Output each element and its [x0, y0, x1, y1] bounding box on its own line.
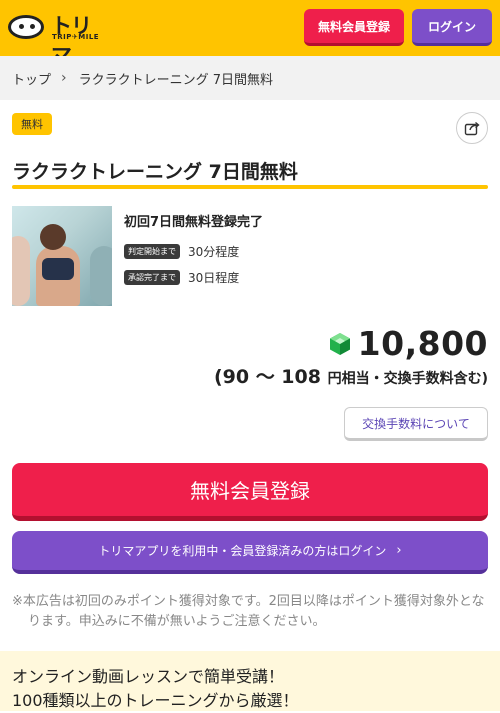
- free-badge: 無料: [12, 113, 52, 135]
- app-login-label: トリマアプリを利用中・会員登録済みの方はログイン: [98, 544, 387, 558]
- yen-equivalent: (90 〜 108 円相当・交換手数料含む): [214, 362, 488, 389]
- app-login-button[interactable]: トリマアプリを利用中・会員登録済みの方はログイン ›: [12, 531, 488, 574]
- approve-tag: 承認完了まで: [124, 270, 180, 285]
- trima-logo[interactable]: トリマ TRIP✈MILE: [8, 12, 103, 68]
- judge-value: 30分程度: [188, 245, 240, 259]
- points-display: 10,800: [328, 324, 488, 363]
- points-value: 10,800: [357, 324, 488, 363]
- offer-description: オンライン動画レッスンで簡単受講！ 100種類以上のトレーニングから厳選！: [0, 651, 500, 711]
- offer-title: ラクラクトレーニング 7日間無料: [12, 161, 298, 183]
- judge-tag: 判定開始まで: [124, 244, 180, 259]
- logo-face-icon: [8, 15, 44, 39]
- header-register-button[interactable]: 無料会員登録: [304, 9, 404, 46]
- share-icon: [464, 121, 480, 136]
- breadcrumb-home-link[interactable]: トップ: [12, 69, 51, 88]
- description-line-2: 100種類以上のトレーニングから厳選！: [12, 691, 299, 710]
- yen-suffix: 円相当・交換手数料含む): [327, 371, 488, 387]
- gem-icon: [329, 332, 350, 355]
- description-line-1: オンライン動画レッスンで簡単受講！: [12, 667, 285, 686]
- chevron-right-icon: ›: [61, 70, 67, 86]
- judge-time-row: 判定開始まで 30分程度: [124, 243, 239, 260]
- approve-value: 30日程度: [188, 271, 240, 285]
- notice-text: ※本広告は初回のみポイント獲得対象です。2回目以降はポイント獲得対象外となります…: [12, 594, 485, 629]
- site-header: トリマ TRIP✈MILE 無料会員登録 ログイン: [0, 0, 500, 68]
- offer-condition: 初回7日間無料登録完了: [124, 215, 264, 230]
- register-cta-button[interactable]: 無料会員登録: [12, 463, 488, 521]
- fee-info-button[interactable]: 交換手数料について: [344, 407, 488, 441]
- title-underline: [12, 185, 488, 189]
- chevron-right-icon: ›: [396, 543, 402, 558]
- offer-thumbnail: [12, 206, 112, 306]
- breadcrumb: トップ › ラクラクトレーニング 7日間無料: [0, 56, 500, 100]
- share-button[interactable]: [456, 112, 488, 144]
- logo-subtext: TRIP✈MILE: [52, 33, 100, 41]
- yen-range: (90 〜 108: [213, 366, 321, 388]
- breadcrumb-current: ラクラクトレーニング 7日間無料: [78, 72, 274, 88]
- approve-time-row: 承認完了まで 30日程度: [124, 269, 239, 286]
- header-login-button[interactable]: ログイン: [412, 9, 492, 46]
